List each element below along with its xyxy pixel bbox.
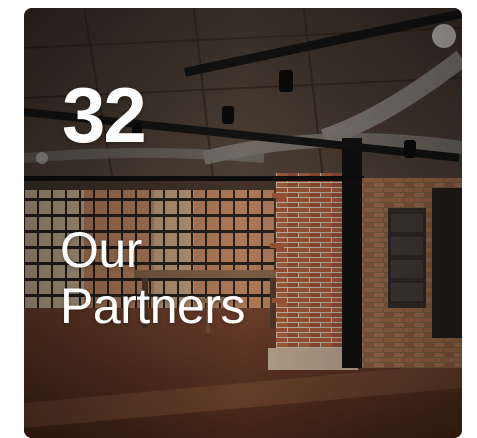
partners-label: Our Partners xyxy=(60,222,360,334)
partners-count: 32 xyxy=(62,71,147,159)
label-line-2: Partners xyxy=(60,278,245,334)
label-line-1: Our xyxy=(60,222,142,278)
partners-card[interactable]: 32 Our Partners xyxy=(24,8,462,438)
